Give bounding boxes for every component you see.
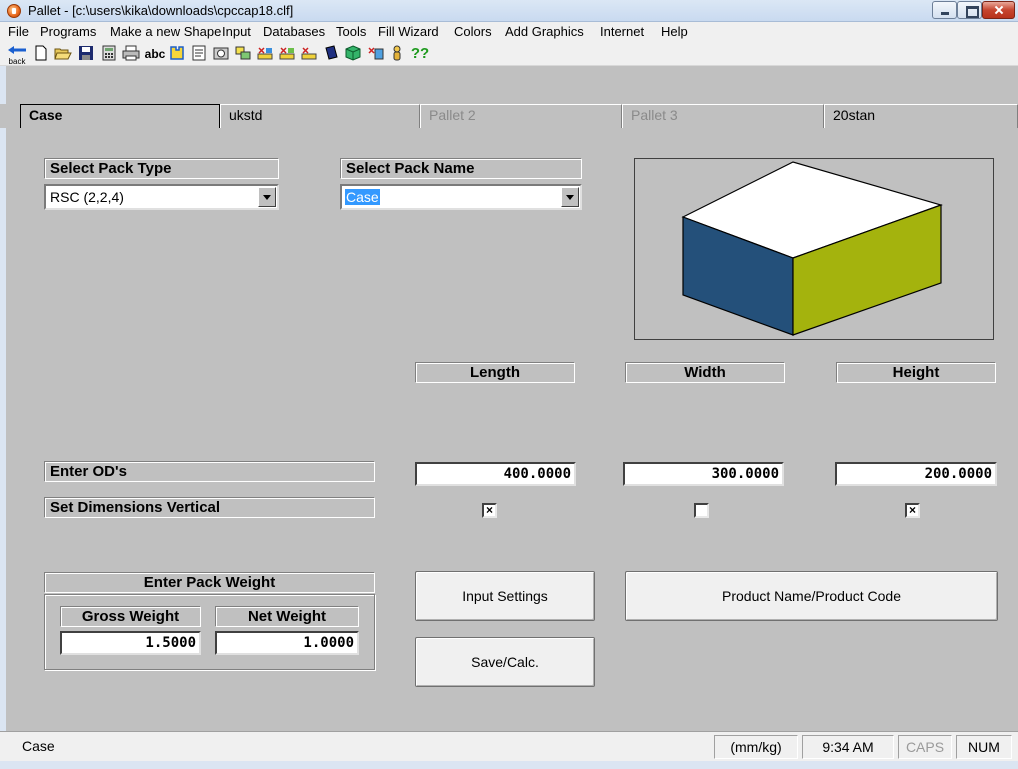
menu-input[interactable]: Input [222,24,251,39]
cube-icon[interactable] [344,45,362,63]
window-frame-bottom [0,761,1018,769]
length-header: Length [415,362,575,383]
net-weight-label: Net Weight [215,606,359,627]
calculator-icon[interactable] [100,45,118,63]
width-vertical-checkbox[interactable] [694,503,709,518]
width-header: Width [625,362,785,383]
gross-weight-input[interactable]: 1.5000 [60,631,201,655]
save-icon[interactable] [77,45,95,63]
height-od-input[interactable]: 200.0000 [835,462,997,486]
app-icon[interactable] [7,4,21,18]
height-header: Height [836,362,996,383]
maximize-button[interactable] [957,1,982,19]
pack-preview [634,158,994,340]
menu-databases[interactable]: Databases [263,24,325,39]
pack-name-header: Select Pack Name [340,158,582,179]
menu-add-graphics[interactable]: Add Graphics [505,24,584,39]
chevron-down-icon[interactable] [258,187,276,207]
stack-icon-1[interactable] [256,45,274,63]
camera-icon[interactable] [212,45,230,63]
menu-bar: File Programs Make a new Shape Input Dat… [0,22,1018,42]
book-icon[interactable] [322,45,340,63]
status-message: Case [22,738,55,754]
print-icon[interactable] [122,45,140,63]
help-icon[interactable]: ?? [408,45,432,63]
product-name-button[interactable]: Product Name/Product Code [625,571,998,621]
pack-weight-header: Enter Pack Weight [44,572,375,593]
pack-type-value: RSC (2,2,4) [50,189,124,205]
close-button[interactable] [982,1,1015,19]
menu-make-new-shape[interactable]: Make a new Shape [110,24,221,39]
spell-check-icon[interactable]: abc [143,45,167,63]
tab-pallet-2[interactable]: Pallet 2 [420,104,622,128]
status-num: NUM [956,735,1012,759]
tab-20stan[interactable]: 20stan [824,104,1018,128]
puzzle-icon[interactable] [168,45,186,63]
pack-type-header: Select Pack Type [44,158,279,179]
height-vertical-checkbox[interactable]: × [905,503,920,518]
width-od-input[interactable]: 300.0000 [623,462,784,486]
status-units: (mm/kg) [714,735,798,759]
stack-icon-3[interactable] [300,45,318,63]
menu-programs[interactable]: Programs [40,24,96,39]
toolbar: back abc ?? [0,42,1018,66]
tab-pallet-3[interactable]: Pallet 3 [622,104,824,128]
menu-tools[interactable]: Tools [336,24,366,39]
boxes-icon[interactable] [234,45,252,63]
product-name-label: Product Name/Product Code [722,588,901,604]
input-settings-label: Input Settings [462,588,548,604]
stack-icon-4[interactable] [366,45,384,63]
pack-name-value: Case [345,189,380,205]
vertical-label: Set Dimensions Vertical [44,497,375,518]
minimize-button[interactable] [932,1,957,19]
box-3d-illustration [681,161,943,336]
back-icon[interactable]: back [4,45,30,66]
length-vertical-checkbox[interactable]: × [482,503,497,518]
menu-file[interactable]: File [8,24,29,39]
status-caps: CAPS [898,735,952,759]
window-frame [0,22,6,762]
stack-icon-2[interactable] [278,45,296,63]
document-icon[interactable] [190,45,208,63]
open-folder-icon[interactable] [54,45,72,63]
new-file-icon[interactable] [32,45,50,63]
save-calc-button[interactable]: Save/Calc. [415,637,595,687]
title-bar: Pallet - [c:\users\kika\downloads\cpccap… [0,0,1018,22]
chevron-down-icon[interactable] [561,187,579,207]
input-settings-button[interactable]: Input Settings [415,571,595,621]
status-time: 9:34 AM [802,735,894,759]
pack-name-select[interactable]: Case [340,184,582,210]
length-od-input[interactable]: 400.0000 [415,462,576,486]
window-title: Pallet - [c:\users\kika\downloads\cpccap… [28,3,294,18]
figure-icon[interactable] [388,45,406,63]
gross-weight-label: Gross Weight [60,606,201,627]
tab-ukstd[interactable]: ukstd [220,104,420,128]
save-calc-label: Save/Calc. [471,654,539,670]
menu-internet[interactable]: Internet [600,24,644,39]
tab-case[interactable]: Case [20,104,220,128]
menu-fill-wizard[interactable]: Fill Wizard [378,24,439,39]
od-label: Enter OD's [44,461,375,482]
net-weight-input[interactable]: 1.0000 [215,631,359,655]
pack-type-select[interactable]: RSC (2,2,4) [44,184,279,210]
status-bar: Case (mm/kg) 9:34 AM CAPS NUM [0,731,1018,761]
menu-colors[interactable]: Colors [454,24,492,39]
menu-help[interactable]: Help [661,24,688,39]
